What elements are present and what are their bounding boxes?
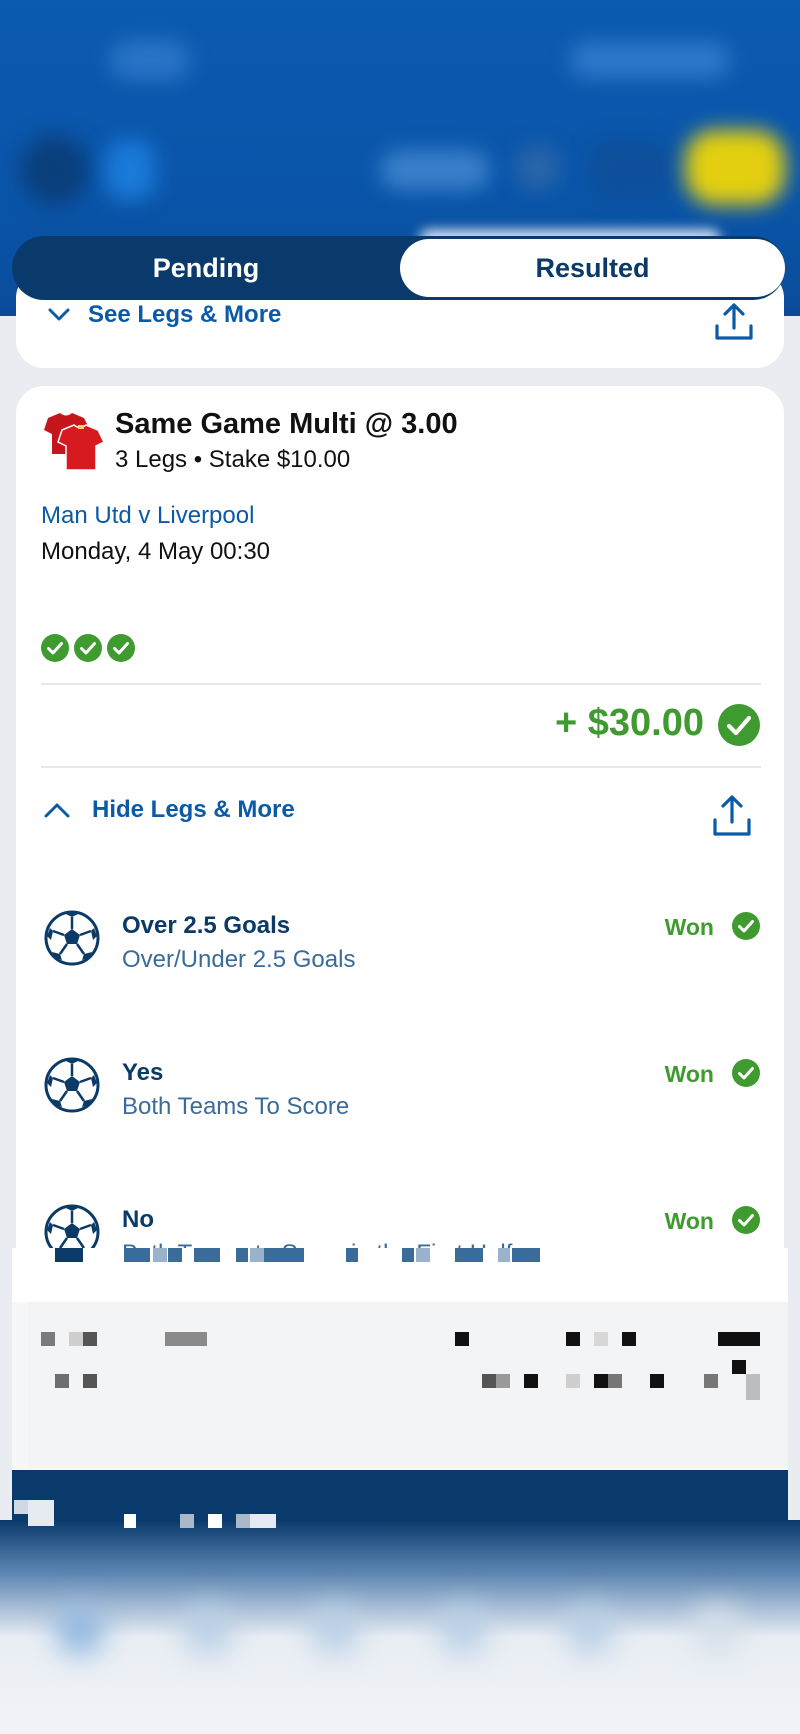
share-icon[interactable]: [710, 794, 754, 845]
pixel-block: [180, 1514, 194, 1528]
pixel-block: [194, 1248, 220, 1262]
pixel-block: [250, 1248, 264, 1262]
leg-result: Won: [664, 1208, 714, 1234]
tab-bar-item[interactable]: [692, 1605, 742, 1655]
pixel-block: [236, 1514, 250, 1528]
pixel-block: [594, 1374, 608, 1388]
header-blur: [570, 42, 730, 78]
tab-resulted[interactable]: Resulted: [400, 239, 785, 297]
tab-bar: [0, 1520, 800, 1734]
pixel-block: [455, 1248, 483, 1262]
leg-status-dots: [41, 634, 135, 662]
header-blur: [110, 40, 190, 80]
won-check-icon: [732, 1206, 760, 1239]
tab-bar-item[interactable]: [183, 1605, 233, 1655]
pixel-block: [622, 1332, 636, 1346]
team-shirts-icon: [40, 410, 110, 479]
bet-subtitle: 3 Legs • Stake $10.00: [115, 446, 351, 473]
leg-selection: Over 2.5 Goals: [122, 912, 291, 939]
pixel-block: [650, 1374, 664, 1388]
match-date: Monday, 4 May 00:30: [41, 538, 271, 565]
won-check-icon: [732, 912, 760, 945]
soccer-ball-icon: [44, 910, 100, 971]
leg-row: Over 2.5 Goals Over/Under 2.5 Goals Won: [16, 910, 784, 1000]
pixel-block: [250, 1514, 276, 1528]
pixel-block: [346, 1248, 358, 1262]
leg-won-check-icon: [107, 634, 135, 662]
pixel-block: [208, 1514, 222, 1528]
pixel-block: [512, 1248, 540, 1262]
leg-result: Won: [664, 1061, 714, 1087]
pixel-block: [55, 1248, 83, 1262]
leg-row: Yes Both Teams To Score Won: [16, 1057, 784, 1147]
tab-bar-item[interactable]: [565, 1605, 615, 1655]
pixel-block: [498, 1248, 510, 1262]
pixel-block: [28, 1500, 54, 1526]
divider: [41, 766, 761, 768]
header-blur: [590, 140, 670, 200]
pixel-block: [608, 1374, 622, 1388]
pixel-block: [496, 1374, 510, 1388]
divider: [41, 683, 761, 685]
pixel-block: [482, 1374, 496, 1388]
bet-status-tabs: Pending Resulted: [12, 236, 785, 300]
header-blur: [380, 150, 490, 190]
tab-pending[interactable]: Pending: [12, 236, 400, 300]
chevron-up-icon: [44, 797, 70, 825]
pixel-block: [55, 1374, 69, 1388]
bet-title: Same Game Multi @ 3.00: [115, 408, 458, 440]
pixel-block: [746, 1374, 760, 1400]
pixel-block: [124, 1248, 150, 1262]
header-blur: [685, 130, 785, 205]
obscured-panel: [12, 1248, 788, 1478]
share-icon[interactable]: [712, 300, 756, 349]
pixel-block: [402, 1248, 414, 1262]
payout-won-check-icon: [718, 704, 760, 751]
pixel-block: [153, 1248, 167, 1262]
hide-legs-label: Hide Legs & More: [92, 796, 295, 823]
pixel-block: [704, 1374, 718, 1388]
pixel-block: [83, 1374, 97, 1388]
leg-selection: No: [122, 1206, 154, 1233]
header-blur: [515, 145, 560, 190]
won-check-icon: [732, 1059, 760, 1092]
pixel-block: [264, 1248, 304, 1262]
tab-bar-item[interactable]: [310, 1605, 360, 1655]
tab-bar-item[interactable]: [438, 1605, 488, 1655]
leg-market: Both Teams To Score: [122, 1093, 350, 1120]
soccer-ball-icon: [44, 1057, 100, 1118]
pixel-block: [124, 1514, 136, 1528]
hide-legs-toggle[interactable]: Hide Legs & More: [44, 796, 295, 825]
chevron-down-icon: [48, 301, 70, 329]
pixel-block: [236, 1248, 248, 1262]
leg-selection: Yes: [122, 1059, 164, 1086]
pixel-block: [168, 1248, 182, 1262]
pixel-block: [41, 1332, 55, 1346]
pixel-block: [566, 1332, 580, 1346]
match-link[interactable]: Man Utd v Liverpool: [41, 502, 254, 530]
pixel-block: [718, 1332, 760, 1346]
tab-bar-item[interactable]: [55, 1605, 105, 1655]
payout-amount: + $30.00: [555, 702, 704, 744]
see-legs-label: See Legs & More: [88, 301, 282, 328]
leg-won-check-icon: [41, 634, 69, 662]
leg-market: Over/Under 2.5 Goals: [122, 946, 356, 973]
pixel-block: [594, 1332, 608, 1346]
leg-result: Won: [664, 914, 714, 940]
pixel-block: [69, 1332, 83, 1346]
bet-card: Same Game Multi @ 3.00 3 Legs • Stake $1…: [16, 386, 784, 1286]
header-blur: [105, 140, 155, 200]
obscured-band: [28, 1302, 788, 1467]
pixel-block: [14, 1500, 28, 1514]
pixel-block: [566, 1374, 580, 1388]
pixel-block: [455, 1332, 469, 1346]
pixel-block: [732, 1360, 746, 1374]
see-legs-toggle[interactable]: See Legs & More: [48, 301, 281, 329]
header-blur: [20, 135, 90, 205]
pixel-block: [83, 1332, 97, 1346]
leg-won-check-icon: [74, 634, 102, 662]
pixel-block: [416, 1248, 430, 1262]
pixel-block: [524, 1374, 538, 1388]
pixel-block: [165, 1332, 207, 1346]
